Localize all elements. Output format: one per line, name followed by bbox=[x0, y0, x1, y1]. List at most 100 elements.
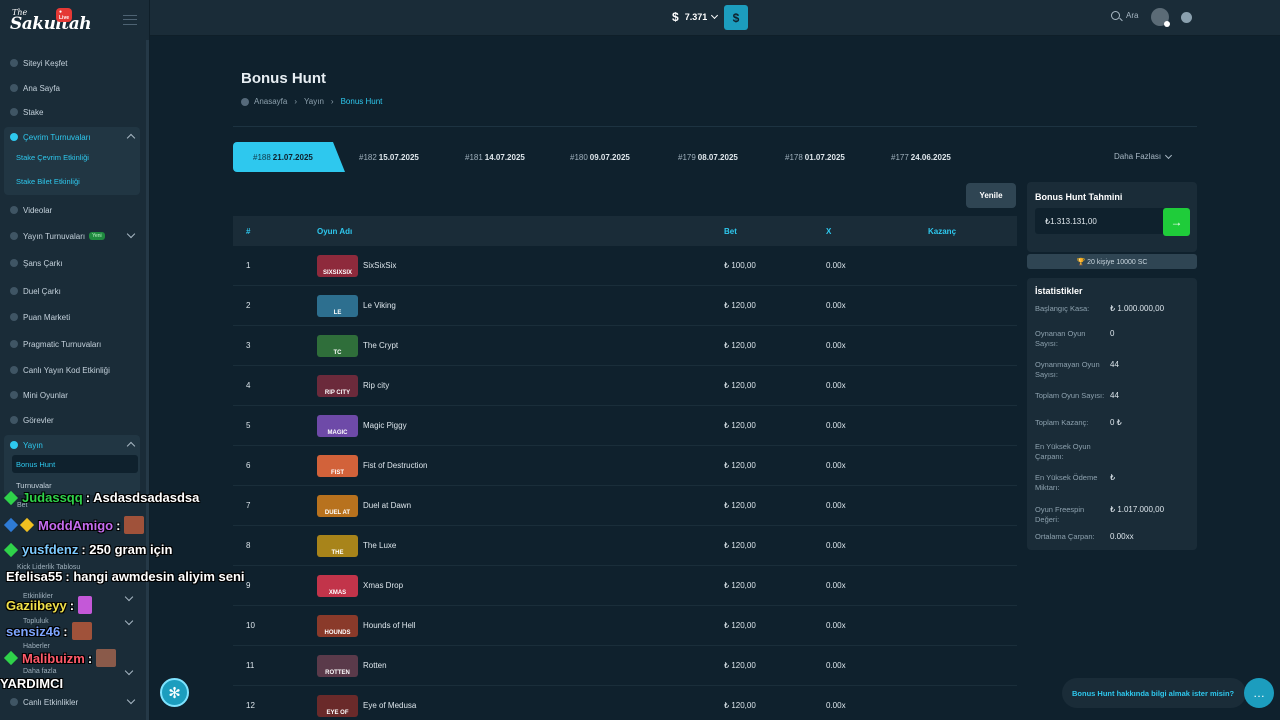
game-name[interactable]: Magic Piggy bbox=[363, 421, 407, 430]
tab-hunt-177[interactable]: #177 24.06.2025 bbox=[891, 142, 951, 172]
table-row: 1 SIXSIXSIX SixSixSix ₺ 100,00 0.00x bbox=[233, 246, 1017, 286]
sidebar-item-live-events[interactable]: Canlı Etkinlikler bbox=[0, 691, 146, 713]
search-button[interactable]: Ara bbox=[1111, 11, 1138, 20]
tab-hunt-179[interactable]: #179 08.07.2025 bbox=[678, 142, 738, 172]
sidebar-subitem-label: Bonus Hunt bbox=[16, 459, 56, 469]
game-thumbnail[interactable]: FIST bbox=[317, 455, 358, 477]
sidebar-item-home[interactable]: Ana Sayfa bbox=[0, 77, 146, 99]
game-name[interactable]: Hounds of Hell bbox=[363, 621, 415, 630]
stake-icon bbox=[10, 108, 18, 116]
tab-hunt-181[interactable]: #181 14.07.2025 bbox=[465, 142, 525, 172]
game-name[interactable]: Eye of Medusa bbox=[363, 701, 416, 710]
sidebar-item-live-code[interactable]: Canlı Yayın Kod Etkinliği bbox=[0, 359, 146, 381]
column-header-multiplier: X bbox=[826, 227, 832, 236]
sidebar-item-label: Siteyi Keşfet bbox=[23, 58, 68, 68]
game-name[interactable]: Le Viking bbox=[363, 301, 396, 310]
game-name[interactable]: Rotten bbox=[363, 661, 387, 670]
game-thumbnail[interactable]: TC bbox=[317, 335, 358, 357]
sidebar-item-more[interactable]: Daha fazla bbox=[23, 668, 56, 675]
emote-icon bbox=[78, 596, 93, 614]
more-tabs-dropdown[interactable]: Daha Fazlası bbox=[1114, 151, 1173, 161]
chevron-down-icon bbox=[711, 11, 719, 20]
tab-hunt-182[interactable]: #182 15.07.2025 bbox=[359, 142, 419, 172]
tab-date: 14.07.2025 bbox=[484, 152, 525, 162]
sidebar-item-stream[interactable]: Yayın bbox=[0, 434, 146, 456]
trophy-icon bbox=[10, 340, 18, 348]
game-name[interactable]: Duel at Dawn bbox=[363, 501, 411, 510]
stat-label: Oynanan Oyun Sayısı: bbox=[1035, 329, 1086, 348]
game-name[interactable]: SixSixSix bbox=[363, 261, 396, 270]
badge-icon bbox=[19, 517, 35, 533]
tab-hunt-178[interactable]: #178 01.07.2025 bbox=[785, 142, 845, 172]
game-name[interactable]: Fist of Destruction bbox=[363, 461, 427, 470]
game-thumbnail[interactable]: EYE OF bbox=[317, 695, 358, 717]
game-name[interactable]: The Luxe bbox=[363, 541, 396, 550]
submit-prediction-button[interactable]: → bbox=[1163, 208, 1190, 236]
stat-label: Toplam Oyun Sayısı: bbox=[1035, 391, 1105, 400]
sidebar-subitem-stake-wager[interactable]: Stake Çevrim Etkinliği bbox=[12, 148, 138, 166]
chat-bubble-icon[interactable]: … bbox=[1244, 678, 1274, 708]
game-thumbnail[interactable]: HOUNDS bbox=[317, 615, 358, 637]
chat-message: Malibuizm: bbox=[0, 649, 117, 667]
multiplier-value: 0.00x bbox=[826, 541, 846, 550]
sidebar-item-pragmatic[interactable]: Pragmatic Turnuvaları bbox=[0, 333, 146, 355]
sidebar-item-explore[interactable]: Siteyi Keşfet bbox=[0, 52, 146, 74]
balance-selector[interactable]: $ 7.371 bbox=[672, 10, 719, 24]
user-avatar[interactable] bbox=[1151, 8, 1170, 27]
emote-icon bbox=[96, 649, 117, 667]
chat-message: YARDIMCI bbox=[0, 676, 63, 691]
thumbnail-text: RIP CITY bbox=[324, 390, 351, 396]
game-thumbnail[interactable]: ROTTEN bbox=[317, 655, 358, 677]
game-thumbnail[interactable]: SIXSIXSIX bbox=[317, 255, 358, 277]
game-name[interactable]: Rip city bbox=[363, 381, 389, 390]
breadcrumb-stream[interactable]: Yayın bbox=[304, 97, 324, 106]
game-thumbnail[interactable]: THE bbox=[317, 535, 358, 557]
row-index: 11 bbox=[246, 661, 255, 670]
sidebar-item-stream-tournaments[interactable]: Yayın Turnuvaları Yeni bbox=[0, 225, 146, 247]
sidebar-item-label: Ana Sayfa bbox=[23, 83, 60, 93]
game-thumbnail[interactable]: DUEL AT bbox=[317, 495, 358, 517]
sidebar-item-wager-tournaments[interactable]: Çevrim Turnuvaları bbox=[0, 126, 146, 148]
sidebar-item-videos[interactable]: Videolar bbox=[0, 199, 146, 221]
badge-icon bbox=[3, 490, 19, 505]
new-badge: Yeni bbox=[89, 232, 105, 240]
site-logo[interactable]: The Sakultah ● Live bbox=[10, 8, 92, 34]
prediction-card: Bonus Hunt Tahmini ₺1.313.131,00 → bbox=[1027, 182, 1197, 252]
game-name[interactable]: The Crypt bbox=[363, 341, 398, 350]
row-index: 12 bbox=[246, 701, 255, 710]
sidebar-item-wheel[interactable]: Şans Çarkı bbox=[0, 252, 146, 274]
wallet-button[interactable]: $ bbox=[724, 5, 748, 30]
multiplier-value: 0.00x bbox=[826, 381, 846, 390]
game-name[interactable]: Xmas Drop bbox=[363, 581, 403, 590]
refresh-button[interactable]: Yenile bbox=[966, 183, 1016, 208]
chat-username: ModdAmigo bbox=[38, 517, 114, 533]
game-thumbnail[interactable]: RIP CITY bbox=[317, 375, 358, 397]
help-bubble[interactable]: Bonus Hunt hakkında bilgi almak ister mi… bbox=[1062, 678, 1246, 708]
chat-icon[interactable] bbox=[1181, 12, 1192, 23]
sidebar-subitem-stake-ticket[interactable]: Stake Bilet Etkinliği bbox=[12, 172, 138, 190]
multiplier-value: 0.00x bbox=[826, 301, 846, 310]
menu-toggle-icon[interactable] bbox=[123, 15, 137, 25]
game-thumbnail[interactable]: LE bbox=[317, 295, 358, 317]
chat-text: : bbox=[63, 623, 68, 639]
tab-hunt-188[interactable]: #188 21.07.2025 bbox=[233, 142, 345, 172]
sidebar-item-stake[interactable]: Stake bbox=[0, 101, 146, 123]
table-row: 4 RIP CITY Rip city ₺ 120,00 0.00x bbox=[233, 366, 1017, 406]
sidebar-subitem-bonus-hunt[interactable]: Bonus Hunt bbox=[12, 455, 138, 473]
row-index: 1 bbox=[246, 261, 251, 270]
sidebar-item-tasks[interactable]: Görevler bbox=[0, 409, 146, 431]
support-button[interactable]: ✻ bbox=[160, 678, 189, 707]
column-header-game: Oyun Adı bbox=[317, 227, 353, 236]
sidebar-item-points-market[interactable]: Puan Marketi bbox=[0, 306, 146, 328]
sidebar-scrollbar[interactable] bbox=[146, 40, 149, 720]
sidebar-item-duel-wheel[interactable]: Duel Çarkı bbox=[0, 280, 146, 302]
bet-value: ₺ 120,00 bbox=[724, 581, 756, 590]
breadcrumb-home[interactable]: Anasayfa bbox=[254, 97, 287, 106]
prediction-input[interactable]: ₺1.313.131,00 bbox=[1035, 208, 1165, 234]
stat-value: 0 ₺ bbox=[1110, 418, 1122, 427]
game-thumbnail[interactable]: MAGIC bbox=[317, 415, 358, 437]
game-thumbnail[interactable]: XMAS bbox=[317, 575, 358, 597]
tab-hunt-180[interactable]: #180 09.07.2025 bbox=[570, 142, 630, 172]
sidebar-item-mini-games[interactable]: Mini Oyunlar bbox=[0, 384, 146, 406]
stream-icon bbox=[10, 441, 18, 449]
